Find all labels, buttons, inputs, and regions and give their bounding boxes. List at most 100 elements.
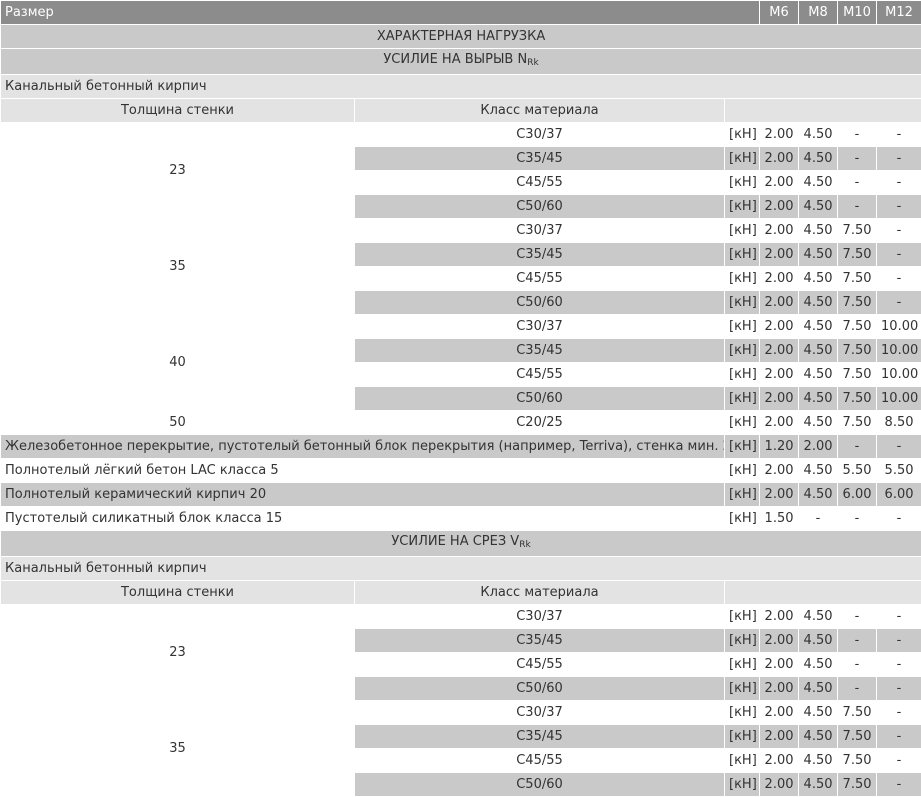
unit-cell: [кН]: [725, 653, 760, 677]
value-cell: 1.50: [760, 507, 799, 531]
material-class-cell: C35/45: [355, 339, 725, 363]
value-cell: 2.00: [760, 195, 799, 219]
value-cell: -: [877, 701, 921, 725]
value-cell: 7.50: [838, 411, 877, 435]
value-cell: 2.00: [760, 725, 799, 749]
material-name-cell: Полнотелый керамический кирпич 20: [1, 483, 725, 507]
value-cell: 4.50: [799, 677, 838, 701]
size-m12: M12: [877, 1, 921, 25]
value-cell: 1.20: [760, 435, 799, 459]
value-cell: 2.00: [760, 291, 799, 315]
value-cell: -: [877, 171, 921, 195]
value-cell: 7.50: [838, 773, 877, 797]
value-cell: 6.00: [838, 483, 877, 507]
table-row: 23C30/37[кН]2.004.50--: [1, 605, 921, 629]
value-cell: 6.00: [877, 483, 921, 507]
wall-thickness-cell: 23: [1, 123, 355, 219]
value-cell: 4.50: [799, 653, 838, 677]
load-table: Размер M6 M8 M10 M12 ХАРАКТЕРНАЯ НАГРУЗК…: [0, 0, 921, 797]
value-cell: 2.00: [760, 605, 799, 629]
shear-title: УСИЛИЕ НА СРЕЗ VRk: [1, 531, 921, 557]
material-class-cell: C50/60: [355, 195, 725, 219]
value-cell: -: [877, 605, 921, 629]
unit-cell: [кН]: [725, 195, 760, 219]
value-cell: 7.50: [838, 267, 877, 291]
unit-cell: [кН]: [725, 411, 760, 435]
value-cell: 4.50: [799, 701, 838, 725]
value-cell: 7.50: [838, 725, 877, 749]
unit-cell: [кН]: [725, 459, 760, 483]
value-cell: 4.50: [799, 123, 838, 147]
value-cell: 8.50: [877, 411, 921, 435]
column-material-class: Класс материала: [355, 99, 725, 123]
shear-title-text: УСИЛИЕ НА СРЕЗ V: [391, 534, 519, 549]
value-cell: -: [877, 195, 921, 219]
value-cell: -: [838, 629, 877, 653]
value-cell: 4.50: [799, 411, 838, 435]
value-cell: 2.00: [760, 315, 799, 339]
value-cell: -: [838, 677, 877, 701]
value-cell: 4.50: [799, 363, 838, 387]
wall-thickness-cell: 35: [1, 219, 355, 315]
unit-cell: [кН]: [725, 483, 760, 507]
shear-group-label: Канальный бетонный кирпич: [1, 557, 921, 581]
value-cell: 2.00: [760, 363, 799, 387]
material-row: Полнотелый керамический кирпич 20[кН]2.0…: [1, 483, 921, 507]
value-cell: 10.00: [877, 339, 921, 363]
value-cell: -: [877, 677, 921, 701]
value-cell: -: [877, 219, 921, 243]
material-class-cell: C30/37: [355, 219, 725, 243]
shear-group-label-row: Канальный бетонный кирпич: [1, 557, 921, 581]
material-name-cell: Полнотелый лёгкий бетон LAC класса 5: [1, 459, 725, 483]
value-cell: 2.00: [760, 339, 799, 363]
material-row: Пустотелый силикатный блок класса 15[кН]…: [1, 507, 921, 531]
wall-thickness-cell: 23: [1, 605, 355, 701]
pullout-group-label-row: Канальный бетонный кирпич: [1, 75, 921, 99]
value-cell: -: [838, 435, 877, 459]
value-cell: 4.50: [799, 387, 838, 411]
unit-cell: [кН]: [725, 605, 760, 629]
value-cell: 2.00: [760, 243, 799, 267]
value-cell: 5.50: [877, 459, 921, 483]
value-cell: 4.50: [799, 147, 838, 171]
material-class-cell: C45/55: [355, 267, 725, 291]
value-cell: -: [877, 123, 921, 147]
unit-cell: [кН]: [725, 219, 760, 243]
shear-column-header-row: Толщина стенкиКласс материала: [1, 581, 921, 605]
table-row: 40C30/37[кН]2.004.507.5010.00: [1, 315, 921, 339]
pullout-title-subscript: Rk: [527, 58, 538, 68]
value-cell: 7.50: [838, 749, 877, 773]
pullout-title: УСИЛИЕ НА ВЫРЫВ NRk: [1, 49, 921, 75]
unit-cell: [кН]: [725, 291, 760, 315]
table-row: 50C20/25[кН]2.004.507.508.50: [1, 411, 921, 435]
unit-cell: [кН]: [725, 243, 760, 267]
value-cell: 2.00: [760, 123, 799, 147]
size-label: Размер: [1, 1, 760, 25]
value-cell: 2.00: [760, 147, 799, 171]
value-cell: 2.00: [760, 483, 799, 507]
material-class-cell: C50/60: [355, 677, 725, 701]
title-row: ХАРАКТЕРНАЯ НАГРУЗКА: [1, 25, 921, 49]
pullout-group-label: Канальный бетонный кирпич: [1, 75, 921, 99]
material-class-cell: C35/45: [355, 629, 725, 653]
unit-cell: [кН]: [725, 629, 760, 653]
value-cell: 7.50: [838, 315, 877, 339]
value-cell: 4.50: [799, 459, 838, 483]
wall-thickness-cell: 40: [1, 315, 355, 411]
shear-title-row: УСИЛИЕ НА СРЕЗ VRk: [1, 531, 921, 557]
material-class-cell: C20/25: [355, 411, 725, 435]
value-cell: 7.50: [838, 291, 877, 315]
unit-cell: [кН]: [725, 725, 760, 749]
value-cell: 4.50: [799, 749, 838, 773]
wall-thickness-cell: 50: [1, 411, 355, 435]
size-m8: M8: [799, 1, 838, 25]
unit-cell: [кН]: [725, 435, 760, 459]
material-class-cell: C30/37: [355, 315, 725, 339]
value-cell: 7.50: [838, 243, 877, 267]
value-cell: 2.00: [760, 387, 799, 411]
value-cell: 2.00: [760, 653, 799, 677]
value-cell: -: [877, 773, 921, 797]
unit-cell: [кН]: [725, 171, 760, 195]
value-cell: 7.50: [838, 701, 877, 725]
value-cell: 2.00: [760, 749, 799, 773]
